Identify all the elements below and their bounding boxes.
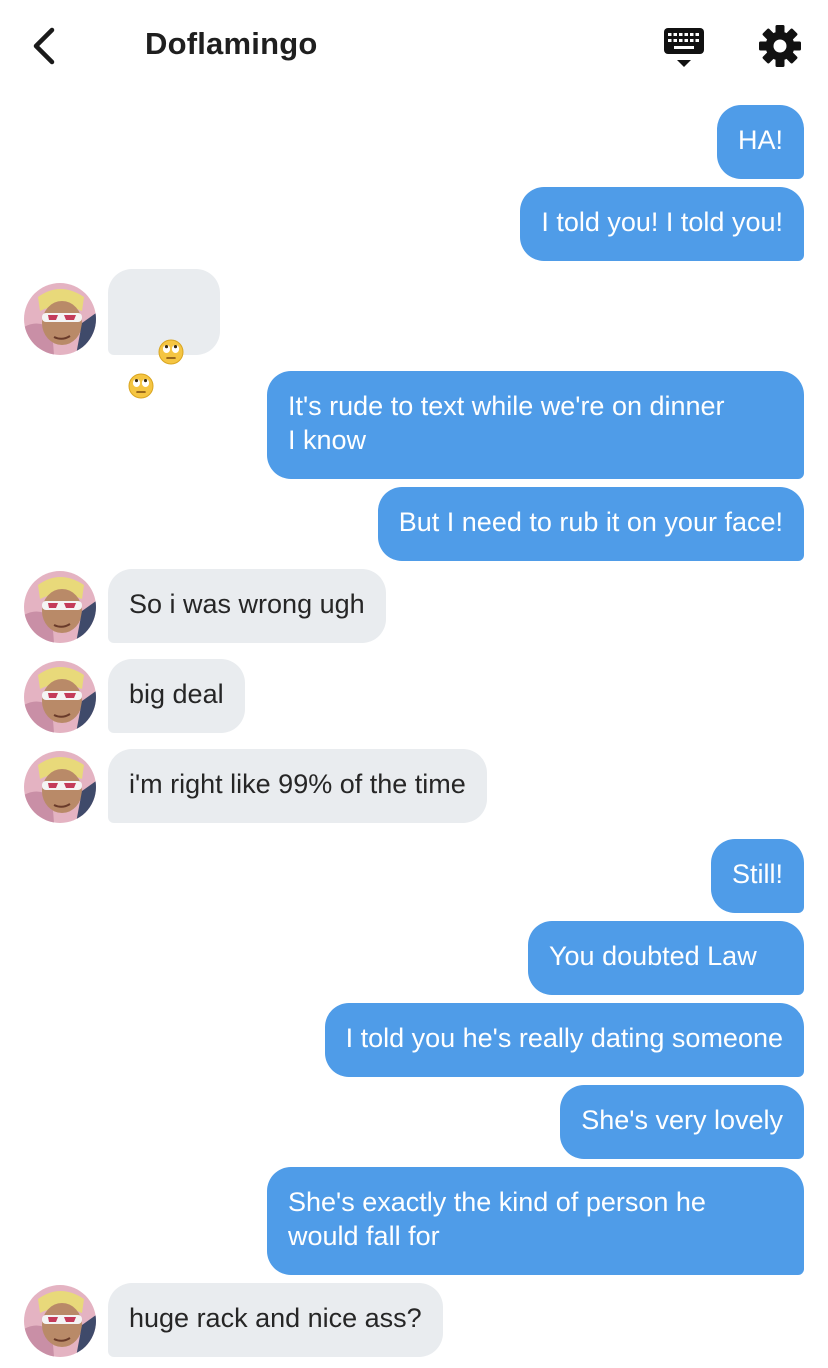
- outgoing-message: I told you! I told you!: [520, 187, 804, 261]
- avatar-image: [24, 751, 96, 823]
- incoming-message: So i was wrong ugh: [108, 569, 386, 643]
- outgoing-message: HA!: [716, 105, 804, 179]
- avatar[interactable]: [24, 283, 96, 355]
- avatar[interactable]: [24, 1285, 96, 1357]
- avatar-image: [24, 1285, 96, 1357]
- message-list: HA! I told you! I told you! It's rude to…: [0, 0, 828, 1368]
- outgoing-message: Still!: [710, 839, 804, 913]
- incoming-message-emoji: 🙄🙄: [108, 269, 220, 399]
- outgoing-message: You doubted Law: [528, 921, 804, 995]
- avatar-image: [24, 283, 96, 355]
- avatar-image: [24, 661, 96, 733]
- face-with-rolling-eyes-icon: [158, 339, 184, 365]
- outgoing-message: She's very lovely: [560, 1085, 804, 1159]
- incoming-message: i'm right like 99% of the time: [108, 749, 487, 823]
- avatar[interactable]: [24, 571, 96, 643]
- outgoing-message: It's rude to text while we're on dinner …: [267, 371, 804, 479]
- face-with-rolling-eyes-icon: [128, 373, 154, 399]
- incoming-message: big deal: [108, 659, 245, 733]
- avatar[interactable]: [24, 751, 96, 823]
- incoming-message: huge rack and nice ass?: [108, 1283, 443, 1357]
- outgoing-message: But I need to rub it on your face!: [377, 487, 804, 561]
- outgoing-message: I told you he's really dating someone: [324, 1003, 804, 1077]
- outgoing-message: She's exactly the kind of person he woul…: [267, 1167, 804, 1275]
- avatar-image: [24, 571, 96, 643]
- avatar[interactable]: [24, 661, 96, 733]
